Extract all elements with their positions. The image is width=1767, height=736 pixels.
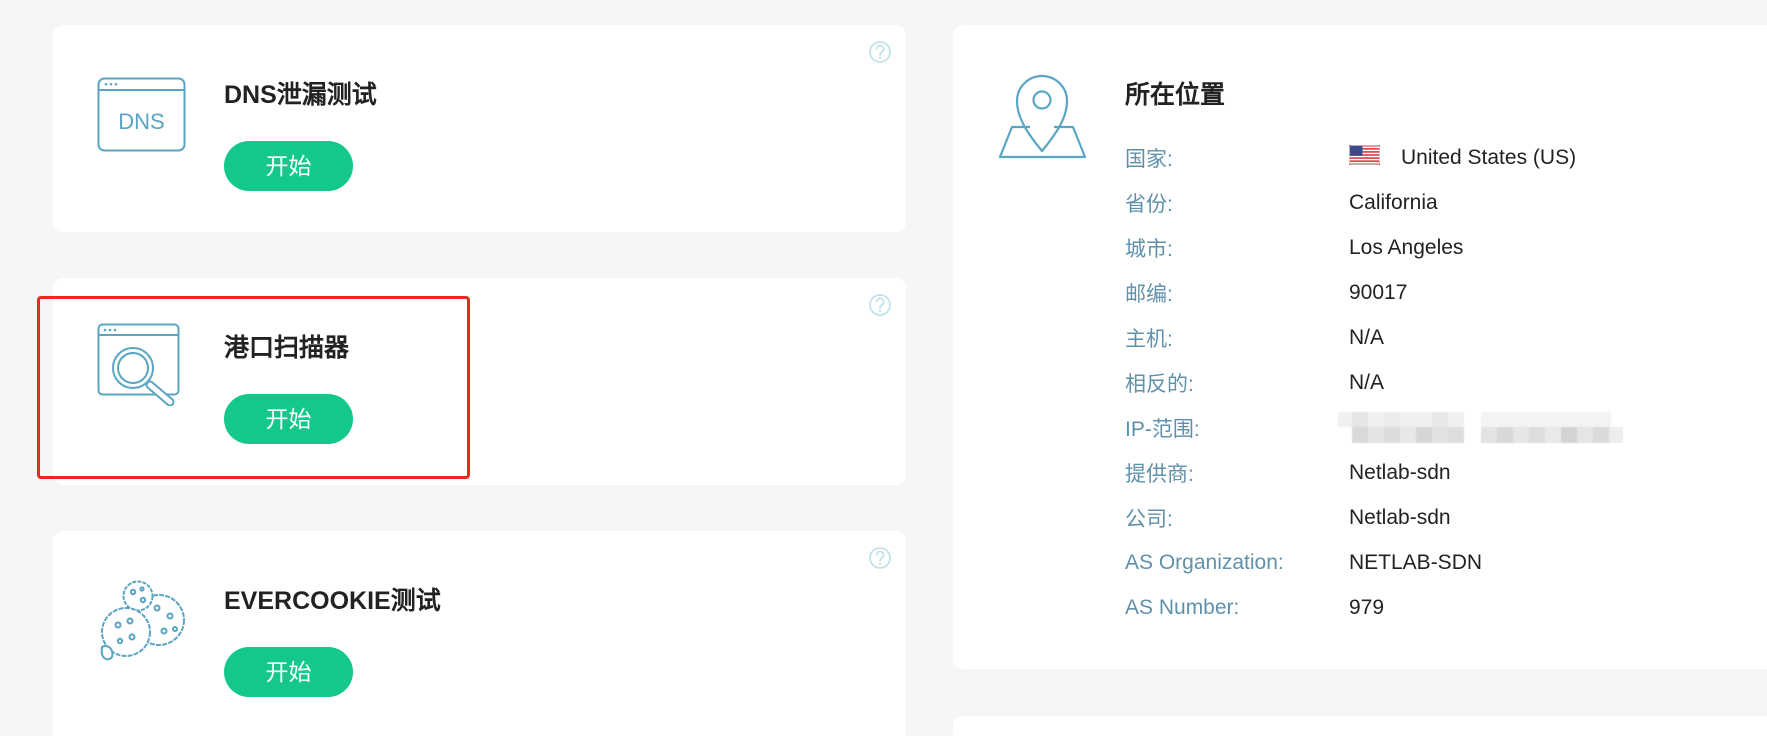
tool-title: DNS泄漏测试 <box>224 81 377 109</box>
info-label: 城市: <box>1125 237 1173 261</box>
help-icon[interactable] <box>868 546 892 570</box>
info-label: AS Number: <box>1125 595 1240 619</box>
location-info-list: 国家: United States (US) 省份: California 城市… <box>1125 135 1745 630</box>
cookies-icon <box>100 580 185 661</box>
location-pin-icon <box>998 74 1087 159</box>
info-value: 979 <box>1349 595 1385 619</box>
info-label: 提供商: <box>1125 462 1194 486</box>
info-value: N/A <box>1349 325 1385 349</box>
dns-window-icon: DNS <box>97 77 186 152</box>
info-label: 主机: <box>1125 327 1173 351</box>
info-value: 90017 <box>1349 280 1408 304</box>
info-label: 相反的: <box>1125 372 1194 396</box>
info-row-ip-range: IP-范围: <box>1125 405 1745 450</box>
tool-card-dns-leak: DNS DNS泄漏测试 开始 <box>53 25 906 232</box>
info-value: Los Angeles <box>1349 235 1464 259</box>
location-title: 所在位置 <box>1125 81 1226 109</box>
info-label: AS Organization: <box>1125 550 1284 574</box>
search-window-icon <box>97 323 180 406</box>
info-row-as-organization: AS Organization: NETLAB-SDN <box>1125 540 1745 585</box>
info-value-obscured <box>1338 411 1623 444</box>
start-button-evercookie[interactable]: 开始 <box>224 647 353 697</box>
redacted-value-mosaic <box>1338 411 1623 443</box>
info-value-group: United States (US) <box>1349 144 1577 170</box>
tool-card-port-scanner: 港口扫描器 开始 <box>53 278 906 485</box>
info-row-as-number: AS Number: 979 <box>1125 585 1745 630</box>
start-button-dns[interactable]: 开始 <box>224 141 353 191</box>
info-value: California <box>1349 190 1438 214</box>
info-value: N/A <box>1349 370 1385 394</box>
info-row-reverse: 相反的: N/A <box>1125 360 1745 405</box>
help-icon[interactable] <box>868 293 892 317</box>
info-value: NETLAB-SDN <box>1349 550 1483 574</box>
info-row-host: 主机: N/A <box>1125 315 1745 360</box>
info-row-provider: 提供商: Netlab-sdn <box>1125 450 1745 495</box>
tool-title: EVERCOOKIE测试 <box>224 587 441 615</box>
info-row-country: 国家: United States (US) <box>1125 135 1745 180</box>
next-card-partial <box>953 716 1767 736</box>
info-label: 邮编: <box>1125 282 1173 306</box>
info-value: Netlab-sdn <box>1349 505 1451 529</box>
info-label: 省份: <box>1125 192 1173 216</box>
dns-icon-label: DNS <box>118 109 164 134</box>
start-button-port-scanner[interactable]: 开始 <box>224 394 353 444</box>
location-card: 所在位置 国家: United States (US) 省份: Californ… <box>953 25 1767 669</box>
info-row-company: 公司: Netlab-sdn <box>1125 495 1745 540</box>
info-value: United States (US) <box>1401 145 1577 169</box>
tool-title: 港口扫描器 <box>224 334 350 362</box>
info-row-city: 城市: Los Angeles <box>1125 225 1745 270</box>
help-icon[interactable] <box>868 40 892 64</box>
info-row-postcode: 邮编: 90017 <box>1125 270 1745 315</box>
info-value: Netlab-sdn <box>1349 460 1451 484</box>
tool-card-evercookie: EVERCOOKIE测试 开始 <box>53 531 906 736</box>
info-label: IP-范围: <box>1125 417 1200 441</box>
us-flag-icon <box>1349 144 1380 165</box>
info-label: 公司: <box>1125 507 1173 531</box>
info-label: 国家: <box>1125 147 1173 171</box>
info-row-province: 省份: California <box>1125 180 1745 225</box>
page: { "colors": { "background": "#f6f6f6", "… <box>0 0 1767 736</box>
